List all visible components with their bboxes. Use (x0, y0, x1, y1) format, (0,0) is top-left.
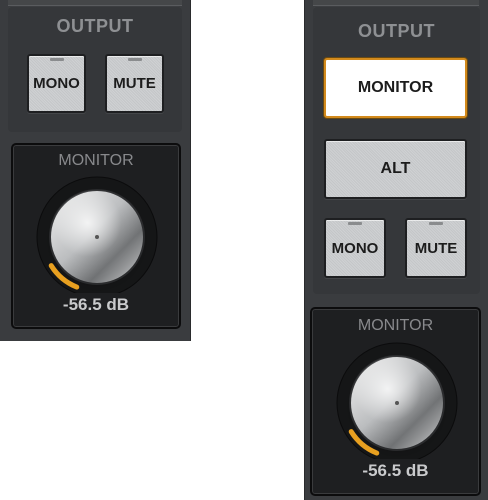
output-section: OUTPUT MONO MUTE (8, 6, 182, 132)
mute-label: MUTE (113, 75, 156, 92)
mono-button[interactable]: MONO (324, 218, 386, 278)
mute-button[interactable]: MUTE (105, 54, 164, 113)
mono-button[interactable]: MONO (27, 54, 86, 113)
mono-led (49, 58, 64, 61)
output-title: OUTPUT (56, 16, 134, 36)
knob-graphic (336, 342, 458, 464)
left-channel-strip: OUTPUT MONO MUTE MONITOR -56.5 dB (0, 0, 191, 341)
monitor-select-label: MONITOR (357, 79, 434, 96)
monitor-level-readout: -56.5 dB (62, 295, 130, 314)
monitor-level-readout: -56.5 dB (362, 461, 429, 480)
monitor-select-button[interactable]: MONITOR (324, 58, 467, 118)
monitor-title: MONITOR (357, 317, 434, 334)
output-title: OUTPUT (358, 21, 435, 41)
monitor-section: MONITOR -56.5 dB (310, 307, 481, 496)
alt-button[interactable]: ALT (324, 139, 467, 199)
monitor-section: MONITOR -56.5 dB (11, 143, 181, 329)
output-section: OUTPUT MONITOR ALT MONO MUTE (313, 6, 480, 294)
right-channel-strip: OUTPUT MONITOR ALT MONO MUTE MONITOR -56… (304, 0, 488, 500)
monitor-knob[interactable] (327, 341, 465, 464)
mute-label: MUTE (414, 239, 458, 257)
monitor-title: MONITOR (58, 152, 134, 169)
mono-led (348, 222, 362, 225)
mute-led (127, 58, 142, 61)
monitor-knob[interactable] (27, 175, 165, 298)
mono-label: MONO (331, 239, 379, 257)
knob-graphic (36, 176, 158, 298)
mute-button[interactable]: MUTE (405, 218, 467, 278)
mute-led (429, 222, 443, 225)
alt-label: ALT (380, 160, 411, 177)
mono-label: MONO (33, 75, 80, 92)
